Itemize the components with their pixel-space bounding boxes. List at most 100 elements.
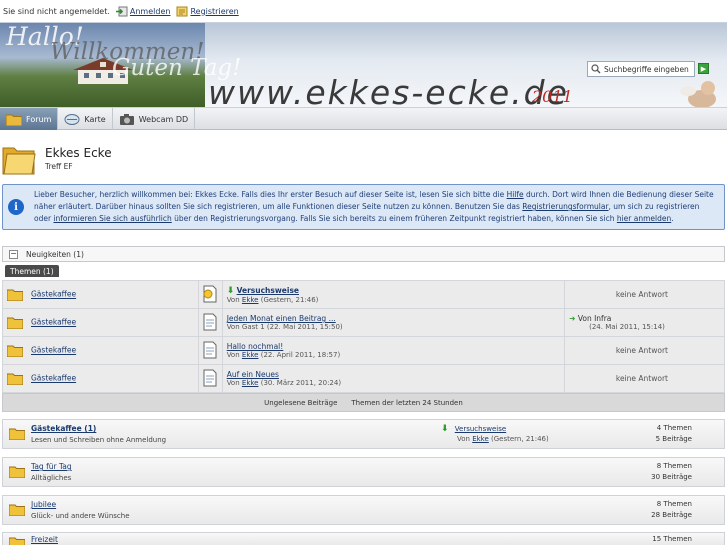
news-board-cell: Gästekaffee xyxy=(2,336,199,365)
topic-cell: Jeden Monat einen Beitrag ... Von Gast 1… xyxy=(221,308,566,337)
collapse-toggle-button[interactable]: − xyxy=(9,249,18,259)
login-link[interactable]: Anmelden xyxy=(115,6,171,17)
topic-link[interactable]: Versuchsweise xyxy=(237,286,299,295)
by-prefix: Von xyxy=(226,379,242,387)
registration-form-link[interactable]: Registrierungsformular xyxy=(522,202,608,211)
topic-icon-cell xyxy=(197,336,223,365)
last-post-date: (24. Mai 2011, 15:14) xyxy=(589,323,665,331)
topic-icon xyxy=(203,341,217,358)
board-posts-count: 28 Beiträge xyxy=(651,511,692,519)
board-row: Jubilee Glück- und andere Wünsche 8 Them… xyxy=(2,495,725,525)
board-row: Freizeit 15 Themen xyxy=(2,532,725,545)
topic-icon-cell xyxy=(197,280,223,309)
news-board-cell: Gästekaffee xyxy=(2,308,199,337)
login-status: Sie sind nicht angemeldet. xyxy=(3,6,110,16)
news-footer: Ungelesene Beiträge Themen der letzten 2… xyxy=(2,393,725,412)
table-row: Gästekaffee Hallo nochmal! Von Ekke (22.… xyxy=(2,336,725,365)
board-description: Glück- und andere Wünsche xyxy=(31,512,130,520)
folder-icon xyxy=(9,504,25,516)
board-link[interactable]: Gästekaffee xyxy=(31,318,76,327)
arrow-right-icon: ➜ xyxy=(569,314,576,323)
news-heading: Neuigkeiten (1) xyxy=(26,249,84,259)
topic-cell: Auf ein Neues Von Ekke (30. März 2011, 2… xyxy=(221,364,566,393)
board-link[interactable]: Gästekaffee xyxy=(31,346,76,355)
board-title-link[interactable]: Jubilee xyxy=(31,500,56,509)
board-row: Tag für Tag Alltägliches 8 Themen 30 Bei… xyxy=(2,457,725,487)
tab-forum-label: Forum xyxy=(26,114,52,124)
forum-folder-icon xyxy=(2,147,36,175)
folder-icon xyxy=(7,317,23,329)
topic-icon xyxy=(203,313,217,330)
board-title-link[interactable]: Freizeit xyxy=(31,535,58,544)
tab-karte[interactable]: Karte xyxy=(58,108,113,130)
board-themes-count: 4 Themen xyxy=(656,424,692,432)
topic-link[interactable]: Jeden Monat einen Beitrag ... xyxy=(227,314,336,323)
topic-icon xyxy=(203,369,217,386)
tab-themes[interactable]: Themen (1) xyxy=(5,265,59,277)
tab-karte-label: Karte xyxy=(84,114,106,124)
last-post-cell: ➜ Von Infra (24. Mai 2011, 15:14) xyxy=(564,308,725,337)
last-post-by: Von Infra xyxy=(577,314,612,323)
welcome-text-4: über den Registrierungsvorgang. Falls Si… xyxy=(171,214,617,223)
by-prefix: Von xyxy=(457,435,473,443)
search-submit-button[interactable]: ▶ xyxy=(698,63,709,74)
search-icon xyxy=(591,64,601,74)
by-prefix: Von xyxy=(226,351,242,359)
login-here-link[interactable]: hier anmelden xyxy=(617,214,671,223)
angel-image xyxy=(680,81,716,107)
login-link-label[interactable]: Anmelden xyxy=(130,7,171,16)
board-row: Gästekaffee (1) Lesen und Schreiben ohne… xyxy=(2,419,725,449)
search-input[interactable]: Suchbegriffe eingeben xyxy=(587,61,695,77)
reply-status: keine Antwort xyxy=(564,336,725,365)
author-link[interactable]: Ekke xyxy=(242,379,259,387)
table-row: Gästekaffee ⬇ Versuchsweise Von Ekke (Ge… xyxy=(2,280,725,309)
author-link[interactable]: Ekke xyxy=(242,296,259,304)
register-link-label[interactable]: Registrieren xyxy=(190,7,238,16)
board-title-link[interactable]: Tag für Tag xyxy=(31,462,72,471)
news-board-cell: Gästekaffee xyxy=(2,280,199,309)
help-link[interactable]: Hilfe xyxy=(507,190,524,199)
page-subtitle: Treff EF xyxy=(45,162,73,171)
topic-link[interactable]: Hallo nochmal! xyxy=(227,342,284,351)
registration-info-link[interactable]: informieren Sie sich ausführlich xyxy=(53,214,171,223)
board-themes-count: 8 Themen xyxy=(656,462,692,470)
tab-forum[interactable]: Forum xyxy=(0,108,59,130)
reply-status: keine Antwort xyxy=(564,280,725,309)
welcome-text: Lieber Besucher, herzlich willkommen bei… xyxy=(34,189,714,225)
site-year: 2011 xyxy=(532,87,573,106)
main-tabs: Forum Karte Webcam DD xyxy=(0,108,727,130)
arrow-down-icon: ⬇ xyxy=(226,285,235,296)
author-link[interactable]: Ekke xyxy=(242,351,259,359)
topic-link[interactable]: Auf ein Neues xyxy=(227,370,279,379)
minus-icon: − xyxy=(10,249,17,258)
camera-icon xyxy=(119,113,134,125)
board-posts-count: 5 Beiträge xyxy=(655,435,692,443)
by-prefix: Von xyxy=(226,295,242,304)
reply-status: keine Antwort xyxy=(564,364,725,393)
folder-icon xyxy=(7,373,23,385)
register-link[interactable]: Registrieren xyxy=(176,6,239,17)
tab-webcam-label: Webcam DD xyxy=(138,114,189,124)
site-url: www.ekkes-ecke.de xyxy=(208,73,569,108)
welcome-text-5: . xyxy=(671,214,674,223)
topic-date: (22. April 2011, 18:57) xyxy=(258,351,341,359)
topic-date: Gast 1 (22. Mai 2011, 15:50) xyxy=(241,323,343,331)
new-topic-icon xyxy=(203,285,217,302)
news-header: − Neuigkeiten (1) xyxy=(2,246,725,262)
unread-posts-link[interactable]: Ungelesene Beiträge xyxy=(264,399,337,407)
board-link[interactable]: Gästekaffee xyxy=(31,290,76,299)
board-description: Alltägliches xyxy=(31,474,72,482)
board-link[interactable]: Gästekaffee xyxy=(31,374,76,383)
author-link[interactable]: Ekke xyxy=(472,435,489,443)
board-themes-count: 8 Themen xyxy=(656,500,692,508)
last-topic-link[interactable]: Versuchsweise xyxy=(455,425,506,433)
board-title-link[interactable]: Gästekaffee (1) xyxy=(31,424,96,433)
board-themes-count: 15 Themen xyxy=(652,535,692,543)
register-icon xyxy=(176,6,188,16)
board-description: Lesen und Schreiben ohne Anmeldung xyxy=(31,436,167,444)
login-icon xyxy=(115,6,128,16)
recent-topics-link[interactable]: Themen der letzten 24 Stunden xyxy=(351,399,462,407)
tab-webcam[interactable]: Webcam DD xyxy=(113,108,196,130)
folder-icon xyxy=(9,466,25,478)
topic-cell: Hallo nochmal! Von Ekke (22. April 2011,… xyxy=(221,336,566,365)
